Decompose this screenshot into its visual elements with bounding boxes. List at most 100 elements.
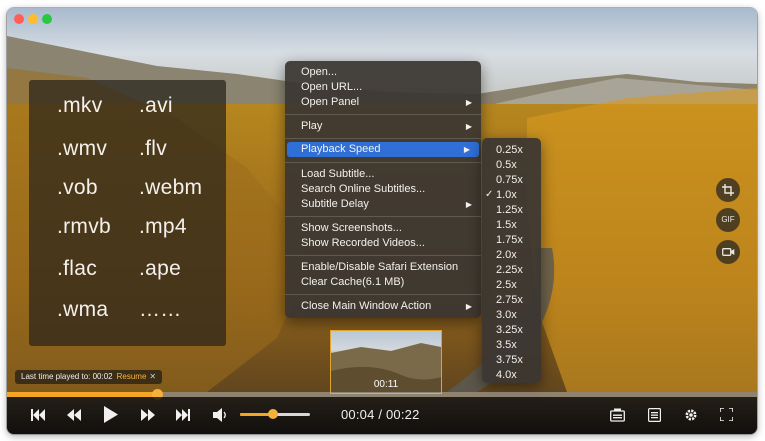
volume-slider[interactable] <box>240 409 310 419</box>
menu-item-load-subtitle[interactable]: Load Subtitle... <box>285 167 481 182</box>
speed-option[interactable]: 3.0x <box>482 308 541 322</box>
submenu-arrow-icon: ▶ <box>463 145 470 154</box>
menu-item-label: Show Recorded Videos... <box>301 237 425 249</box>
menu-item-play[interactable]: Play ▶ <box>285 119 481 134</box>
menu-item-open-panel[interactable]: Open Panel ▶ <box>285 95 481 110</box>
speed-option[interactable]: 3.5x <box>482 338 541 352</box>
speed-label: 3.0x <box>496 309 517 321</box>
speed-option[interactable]: 2.75x <box>482 293 541 307</box>
gif-label: GIF <box>721 215 735 224</box>
menu-item-search-subtitles[interactable]: Search Online Subtitles... <box>285 182 481 197</box>
menu-item-subtitle-delay[interactable]: Subtitle Delay ▶ <box>285 197 481 212</box>
fullscreen-icon[interactable] <box>720 408 733 421</box>
menu-separator <box>285 138 481 139</box>
resume-link[interactable]: Resume <box>117 372 147 381</box>
format-label: .ape <box>139 257 182 280</box>
supported-formats-panel: .mkv .avi .wmv .flv .vob .webm .rmvb .mp… <box>29 80 226 346</box>
screenshot-icon[interactable] <box>610 408 625 422</box>
menu-item-label: Play <box>301 120 323 132</box>
menu-item-label: Enable/Disable Safari Extension <box>301 261 459 273</box>
speed-option[interactable]: 1.5x <box>482 218 541 232</box>
speed-option[interactable]: 2.5x <box>482 278 541 292</box>
time-display: 00:04 / 00:22 <box>341 407 420 422</box>
speed-label: 2.0x <box>496 249 517 261</box>
speed-option[interactable]: 3.75x <box>482 353 541 367</box>
speed-option[interactable]: 1.75x <box>482 233 541 247</box>
menu-item-open-url[interactable]: Open URL... <box>285 80 481 95</box>
menu-item-label: Subtitle Delay <box>301 198 369 210</box>
format-label: .webm <box>139 176 203 199</box>
context-menu: Open... Open URL... Open Panel ▶ Play ▶ Pl… <box>285 61 481 318</box>
preview-time: 00:11 <box>373 379 399 390</box>
crop-icon <box>722 184 734 196</box>
play-icon[interactable] <box>104 406 118 423</box>
speed-option[interactable]: 3.25x <box>482 323 541 337</box>
volume-icon[interactable] <box>213 408 229 422</box>
menu-item-safari-extension[interactable]: Enable/Disable Safari Extension <box>285 260 481 275</box>
speed-label: 1.25x <box>496 204 523 216</box>
skip-back-icon[interactable] <box>31 409 45 421</box>
speed-option-selected[interactable]: ✓ 1.0x <box>482 188 541 202</box>
video-record-icon[interactable] <box>716 240 740 264</box>
menu-item-label: Search Online Subtitles... <box>301 183 426 195</box>
speed-option[interactable]: 0.5x <box>482 158 541 172</box>
minimize-button[interactable] <box>28 14 38 24</box>
gear-icon[interactable] <box>684 408 698 422</box>
speed-label: 0.25x <box>496 144 523 156</box>
resume-notice-text: Last time played to: 00:02 <box>21 372 113 381</box>
speed-option[interactable]: 1.25x <box>482 203 541 217</box>
menu-separator <box>285 114 481 115</box>
volume-handle[interactable] <box>267 409 278 419</box>
zoom-button[interactable] <box>42 14 52 24</box>
format-label: .mkv <box>57 94 103 117</box>
menu-item-label: Open URL... <box>301 81 363 93</box>
speed-label: 0.5x <box>496 159 517 171</box>
speed-option[interactable]: 4.0x <box>482 368 541 382</box>
speed-label: 3.25x <box>496 324 523 336</box>
submenu-arrow-icon: ▶ <box>465 98 472 107</box>
menu-item-label: Show Screenshots... <box>301 222 402 234</box>
close-button[interactable] <box>14 14 24 24</box>
menu-separator <box>285 255 481 256</box>
speed-label: 1.0x <box>496 189 517 201</box>
gif-icon[interactable]: GIF <box>716 208 740 232</box>
menu-item-open[interactable]: Open... <box>285 65 481 80</box>
menu-item-label: Load Subtitle... <box>301 168 375 180</box>
fast-forward-icon[interactable] <box>141 409 155 421</box>
speed-label: 3.5x <box>496 339 517 351</box>
menu-item-playback-speed[interactable]: Playback Speed ▶ <box>287 142 479 157</box>
close-icon[interactable]: ✕ <box>149 372 156 381</box>
format-label: .rmvb <box>57 215 111 238</box>
speed-option[interactable]: 2.0x <box>482 248 541 262</box>
control-bar: 00:04 / 00:22 <box>7 397 757 434</box>
menu-item-show-recorded[interactable]: Show Recorded Videos... <box>285 236 481 251</box>
speed-label: 1.75x <box>496 234 523 246</box>
checkmark-icon: ✓ <box>485 189 494 200</box>
player-window: .mkv .avi .wmv .flv .vob .webm .rmvb .mp… <box>7 8 757 434</box>
menu-item-clear-cache[interactable]: Clear Cache(6.1 MB) <box>285 275 481 290</box>
playlist-icon[interactable] <box>648 408 661 422</box>
speed-label: 2.75x <box>496 294 523 306</box>
submenu-arrow-icon: ▶ <box>465 302 472 311</box>
seek-preview-thumbnail: 00:11 <box>330 330 442 394</box>
rewind-icon[interactable] <box>67 409 81 421</box>
crop-screenshot-icon[interactable] <box>716 178 740 202</box>
menu-item-close-action[interactable]: Close Main Window Action ▶ <box>285 299 481 314</box>
menu-item-label: Playback Speed <box>301 143 381 155</box>
format-label: .wmv <box>57 137 108 160</box>
speed-option[interactable]: 0.25x <box>482 143 541 157</box>
resume-notice: Last time played to: 00:02 Resume ✕ <box>15 370 163 384</box>
format-label: …… <box>139 298 182 321</box>
speed-label: 4.0x <box>496 369 517 381</box>
camera-icon <box>721 248 734 256</box>
skip-next-icon[interactable] <box>176 409 190 421</box>
format-label: .wma <box>57 298 109 321</box>
menu-separator <box>285 162 481 163</box>
speed-option[interactable]: 2.25x <box>482 263 541 277</box>
menu-item-show-screenshots[interactable]: Show Screenshots... <box>285 221 481 236</box>
speed-label: 0.75x <box>496 174 523 186</box>
speed-option[interactable]: 0.75x <box>482 173 541 187</box>
menu-item-label: Open... <box>301 66 338 78</box>
menu-item-label: Close Main Window Action <box>301 300 432 312</box>
menu-item-label: Open Panel <box>301 96 360 108</box>
